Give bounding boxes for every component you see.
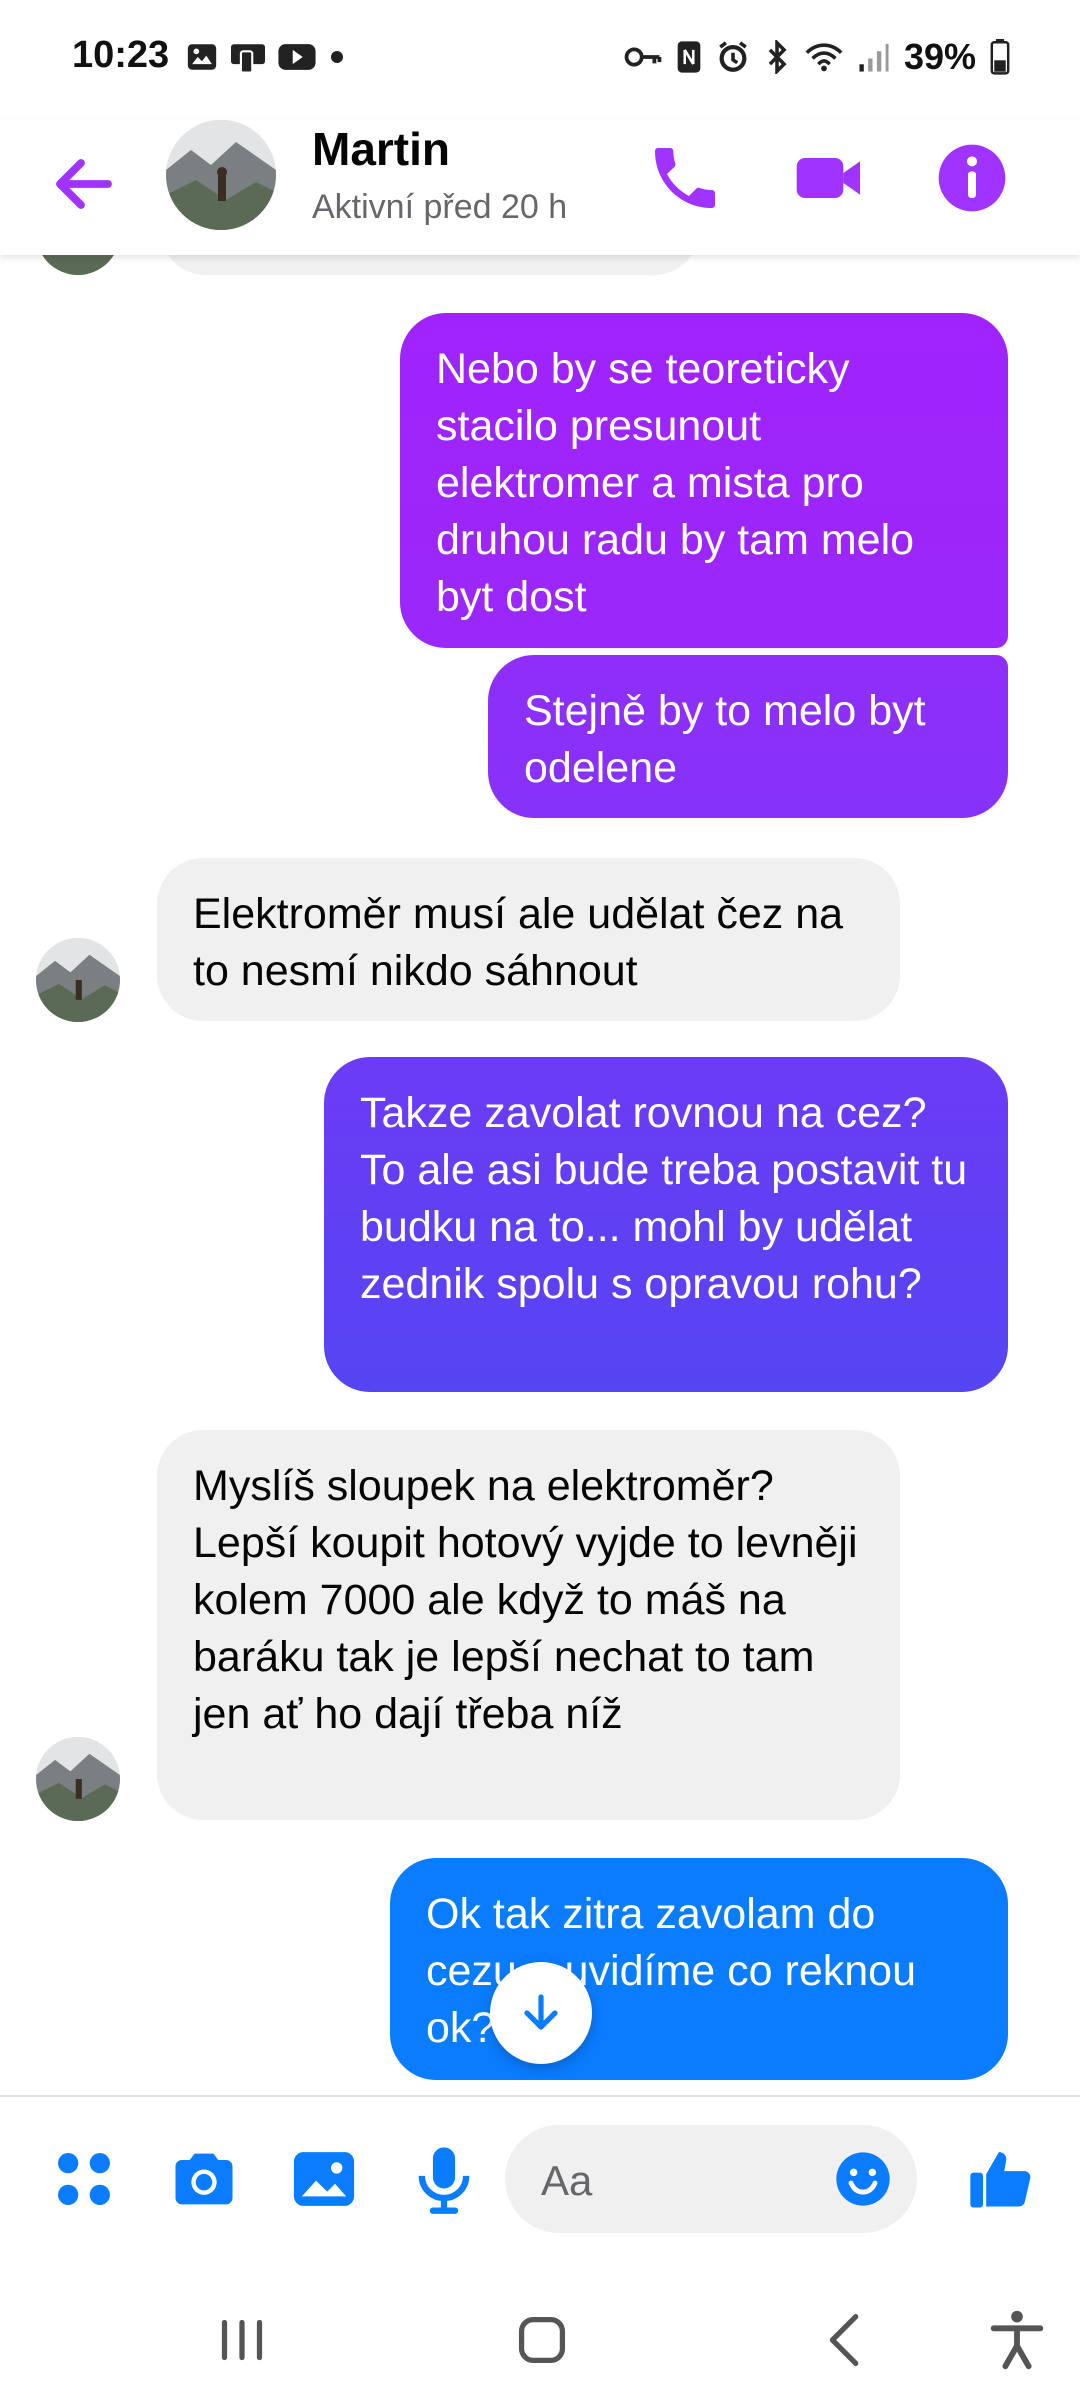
alarm-icon <box>719 41 747 72</box>
thumbs-up-icon <box>970 2152 1031 2208</box>
arrow-down-icon <box>524 1994 558 2030</box>
info-icon <box>938 144 1006 212</box>
scroll-to-bottom-button[interactable] <box>490 1962 592 2064</box>
status-notification-icons <box>185 40 347 74</box>
accessibility-button[interactable] <box>982 2305 1052 2375</box>
back-chevron-icon <box>829 2314 859 2366</box>
camera-button[interactable] <box>166 2141 242 2217</box>
emoji-icon <box>836 2152 890 2206</box>
message-bubble-outgoing[interactable]: Stejně by to melo byt odelene <box>488 655 1008 818</box>
gallery-button[interactable] <box>286 2141 362 2217</box>
key-icon <box>624 47 662 67</box>
message-input-placeholder: Aa <box>541 2157 593 2204</box>
like-button[interactable] <box>964 2141 1040 2217</box>
contact-avatar[interactable] <box>166 120 276 230</box>
status-time: 10:23 <box>72 34 170 76</box>
emoji-button[interactable] <box>831 2147 895 2211</box>
conversation-info-button[interactable] <box>932 138 1012 218</box>
message-bubble-incoming-partial[interactable] <box>160 255 700 275</box>
video-call-button[interactable] <box>790 138 870 218</box>
phone-notification-icon <box>231 44 265 74</box>
battery-icon <box>990 39 1010 75</box>
contact-avatar-small <box>36 255 120 275</box>
home-button[interactable] <box>507 2305 577 2375</box>
system-navigation-bar <box>0 2265 1080 2400</box>
contact-avatar-small <box>36 938 120 1022</box>
message-bubble-incoming[interactable]: Myslíš sloupek na elektroměr? Lepší koup… <box>157 1430 900 1820</box>
back-button[interactable] <box>48 148 120 220</box>
status-system-icons: 39% <box>624 36 1010 78</box>
phone-icon <box>655 148 715 208</box>
signal-icon <box>859 43 889 72</box>
home-icon <box>518 2316 566 2364</box>
more-actions-button[interactable] <box>46 2141 122 2217</box>
nfc-icon <box>677 41 701 73</box>
recent-apps-icon <box>221 2319 263 2361</box>
message-bubble-outgoing[interactable]: Nebo by se teoreticky stacilo presunout … <box>400 313 1008 648</box>
audio-call-button[interactable] <box>645 138 725 218</box>
back-arrow-icon <box>56 159 112 209</box>
message-bubble-incoming[interactable]: Elektroměr musí ale udělat čez na to nes… <box>157 858 900 1021</box>
message-composer: Aa <box>0 2095 1080 2267</box>
gallery-icon <box>293 2152 355 2206</box>
contact-avatar-small <box>36 1737 120 1821</box>
youtube-notification-icon <box>278 44 316 70</box>
message-list[interactable]: Nebo by se teoreticky stacilo presunout … <box>0 255 1080 2095</box>
video-camera-icon <box>796 158 860 198</box>
apps-grid-icon <box>58 2153 110 2205</box>
accessibility-icon <box>990 2310 1044 2370</box>
voice-message-button[interactable] <box>406 2141 482 2217</box>
bluetooth-icon <box>768 40 787 74</box>
battery-percentage: 39% <box>903 36 976 77</box>
recent-apps-button[interactable] <box>207 2305 277 2375</box>
message-bubble-outgoing[interactable]: Takze zavolat rovnou na cez? To ale asi … <box>324 1057 1008 1392</box>
contact-name[interactable]: Martin <box>312 122 450 176</box>
gallery-notification-icon <box>187 44 217 70</box>
message-bubble-outgoing[interactable]: Ok tak zitra zavolam do cezu a uvidíme c… <box>390 1858 1008 2080</box>
conversation-header: Martin Aktivní před 20 h <box>0 120 1080 255</box>
status-bar: 10:23 39% <box>0 0 1080 120</box>
camera-icon <box>175 2153 233 2205</box>
contact-active-status: Aktivní před 20 h <box>312 188 568 226</box>
dot-icon <box>331 51 343 63</box>
message-input[interactable]: Aa <box>505 2125 917 2233</box>
wifi-icon <box>805 43 843 72</box>
microphone-icon <box>418 2147 470 2214</box>
back-nav-button[interactable] <box>812 2305 882 2375</box>
